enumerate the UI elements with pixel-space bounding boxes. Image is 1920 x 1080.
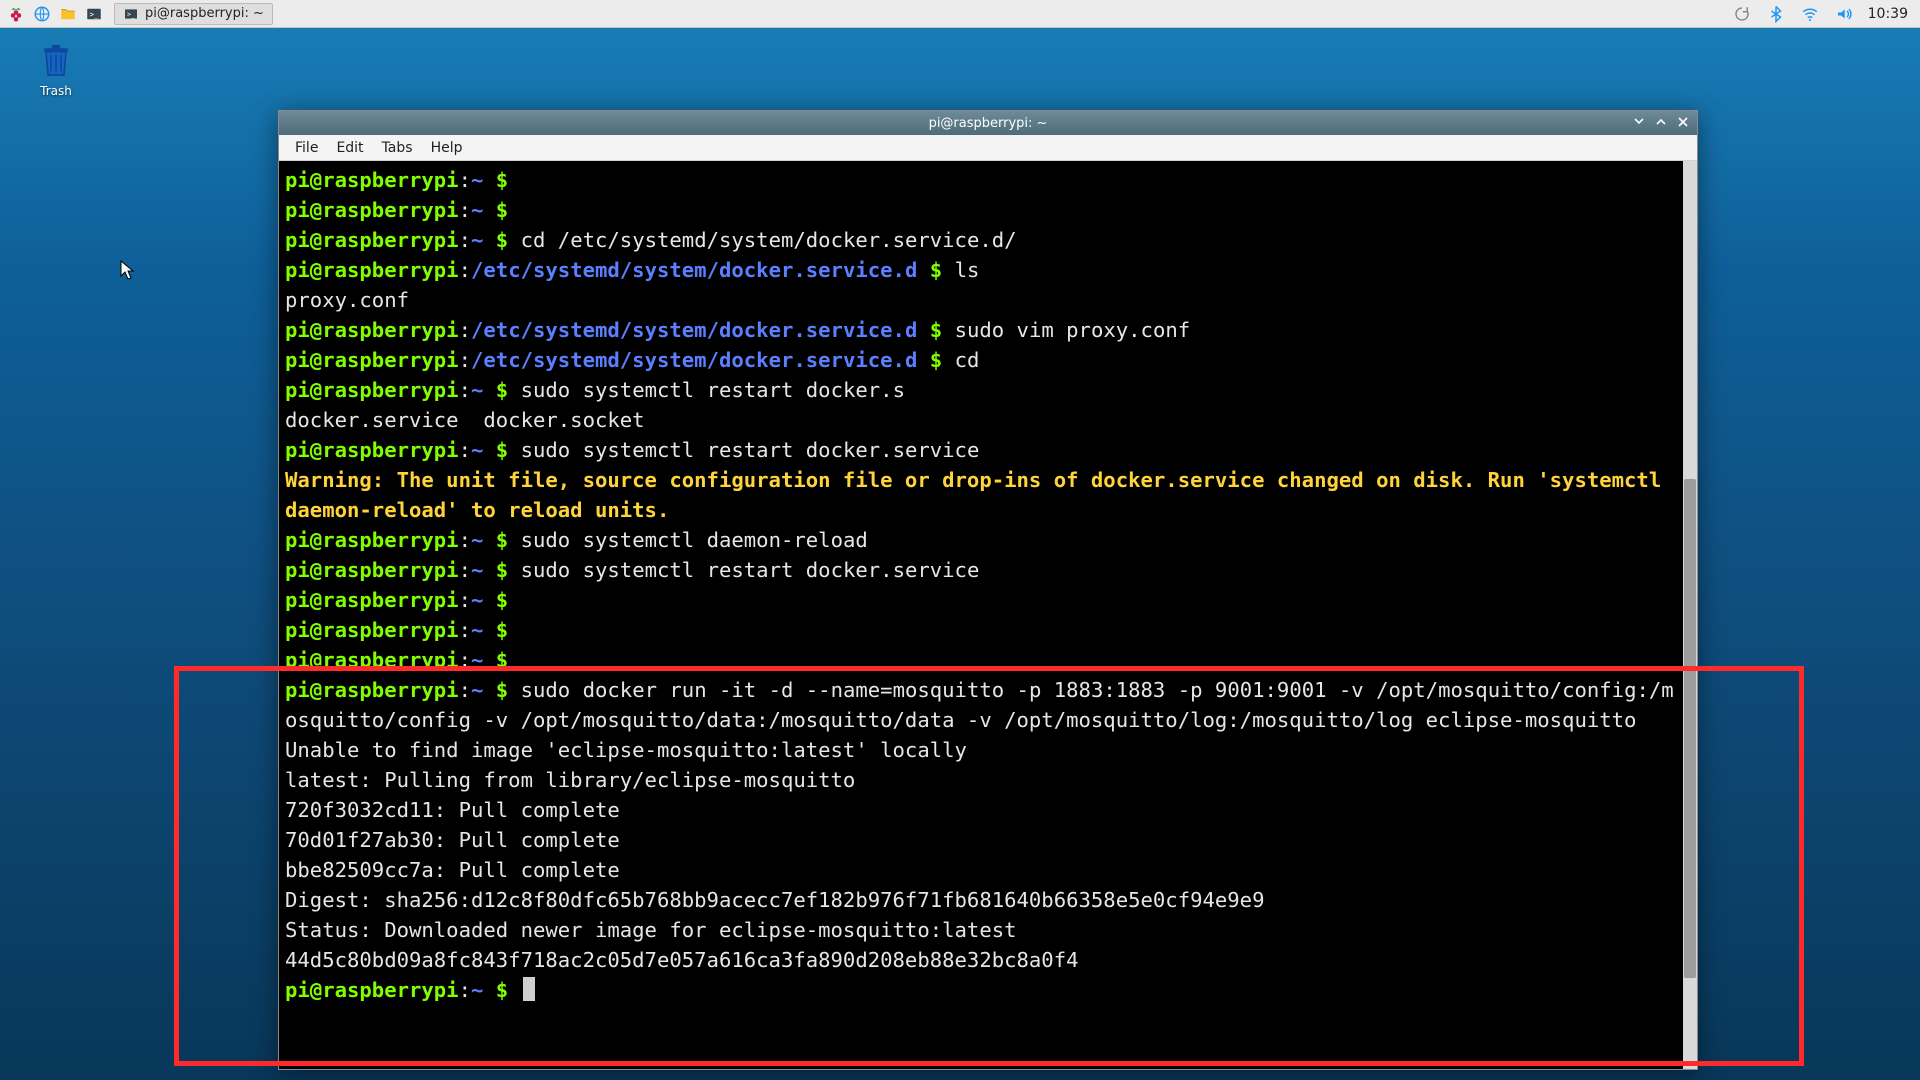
- desktop-trash-label: Trash: [40, 84, 72, 98]
- terminal-body[interactable]: pi@raspberrypi:~ $ pi@raspberrypi:~ $ pi…: [279, 161, 1697, 1069]
- taskbar-task-terminal[interactable]: >_ pi@raspberrypi: ~: [114, 3, 273, 25]
- taskbar-clock[interactable]: 10:39: [1868, 6, 1908, 22]
- taskbar: >_ >_ pi@raspberrypi: ~ 10:39: [0, 0, 1920, 28]
- terminal-cursor: [523, 977, 535, 1001]
- window-minimize-button[interactable]: [1631, 114, 1647, 130]
- menu-help[interactable]: Help: [423, 138, 471, 158]
- terminal-output[interactable]: pi@raspberrypi:~ $ pi@raspberrypi:~ $ pi…: [279, 161, 1683, 1069]
- window-maximize-button[interactable]: [1653, 114, 1669, 130]
- desktop-trash[interactable]: Trash: [26, 40, 86, 98]
- volume-icon[interactable]: [1834, 4, 1854, 24]
- updates-icon[interactable]: [1732, 4, 1752, 24]
- menu-file[interactable]: File: [287, 138, 326, 158]
- terminal-window: pi@raspberrypi: ~ File Edit Tabs Help pi…: [278, 110, 1698, 1070]
- taskbar-tray: 10:39: [1732, 4, 1920, 24]
- window-menubar: File Edit Tabs Help: [279, 135, 1697, 161]
- web-browser-icon[interactable]: [32, 4, 52, 24]
- menu-tabs[interactable]: Tabs: [374, 138, 421, 158]
- trash-icon: [36, 40, 76, 80]
- window-titlebar[interactable]: pi@raspberrypi: ~: [279, 111, 1697, 135]
- window-close-button[interactable]: [1675, 114, 1691, 130]
- window-title: pi@raspberrypi: ~: [929, 116, 1048, 131]
- mouse-cursor-icon: [120, 260, 134, 280]
- terminal-launcher-icon[interactable]: >_: [84, 4, 104, 24]
- menu-raspberry-icon[interactable]: [6, 4, 26, 24]
- terminal-scrollbar[interactable]: [1683, 161, 1697, 1069]
- scrollbar-thumb[interactable]: [1684, 479, 1696, 978]
- bluetooth-icon[interactable]: [1766, 4, 1786, 24]
- file-manager-icon[interactable]: [58, 4, 78, 24]
- wifi-icon[interactable]: [1800, 4, 1820, 24]
- svg-text:>_: >_: [90, 10, 100, 19]
- svg-text:>_: >_: [127, 10, 135, 18]
- taskbar-launchers: >_ >_ pi@raspberrypi: ~: [0, 3, 273, 25]
- menu-edit[interactable]: Edit: [328, 138, 371, 158]
- taskbar-task-label: pi@raspberrypi: ~: [145, 6, 264, 21]
